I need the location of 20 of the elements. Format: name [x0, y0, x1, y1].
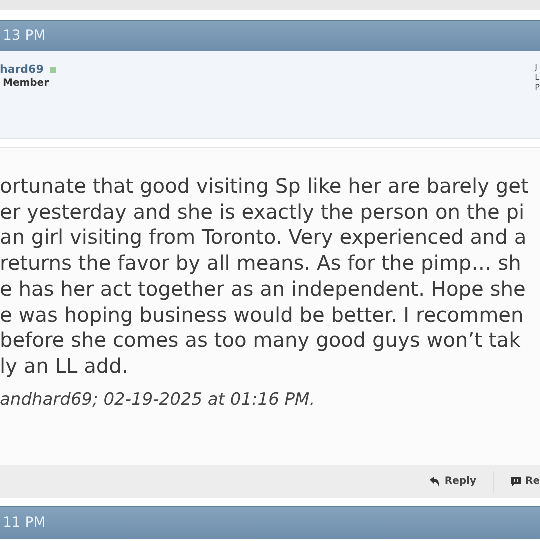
- edited-note: andhard69; 02-19-2025 at 01:16 PM.: [0, 390, 316, 410]
- user-rank: Member: [2, 78, 50, 89]
- post-text-line: ortunate that good visiting Sp like her are barely get: [0, 174, 529, 200]
- post-text-line: ly an LL add.: [0, 354, 128, 380]
- post-text-line: er yesterday and she is exactly the person on the pi: [0, 200, 525, 226]
- user-detail-text: J: [535, 63, 539, 73]
- post-time: 13 PM: [3, 28, 46, 44]
- report-button[interactable]: Re: [510, 476, 540, 488]
- post-text-line: returns the favor by all means. As for the pimp… sh: [0, 251, 522, 277]
- post-text-line: an girl visiting from Toronto. Very experienced and a: [0, 225, 527, 252]
- reply-arrow-icon: [428, 476, 441, 488]
- post-text-line: e was hoping business would be better. I recommen: [0, 302, 524, 328]
- user-detail-text: L: [535, 73, 540, 83]
- post-text-line: before she comes as too many good guys won’t tak: [0, 328, 521, 354]
- speech-bubble-icon: [510, 476, 522, 488]
- username-link[interactable]: hard69: [0, 63, 44, 76]
- reply-button[interactable]: Reply: [428, 476, 477, 488]
- post-text-line: e has her act together as an independent. Hope she: [0, 276, 526, 303]
- post-time: 11 PM: [3, 515, 46, 531]
- user-detail-text: P: [535, 83, 540, 93]
